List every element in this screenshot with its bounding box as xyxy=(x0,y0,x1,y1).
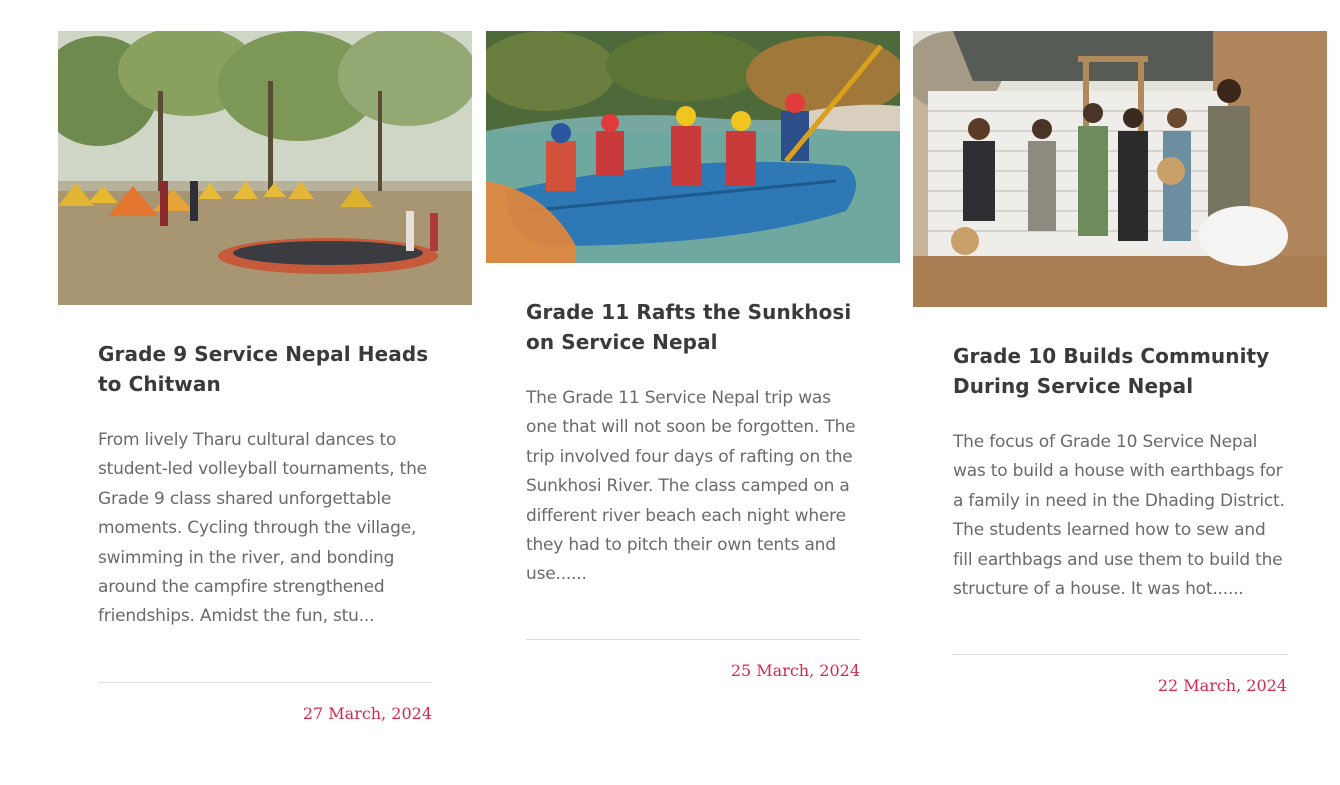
article-title[interactable]: Grade 11 Rafts the Sunkhosi on Service N… xyxy=(526,263,860,357)
article-divider xyxy=(953,654,1287,656)
article-divider xyxy=(98,681,432,683)
article-title[interactable]: Grade 9 Service Nepal Heads to Chitwan xyxy=(98,305,432,399)
rafting-photo xyxy=(486,31,900,263)
article-image-camping[interactable] xyxy=(58,31,472,305)
article-body: Grade 11 Rafts the Sunkhosi on Service N… xyxy=(486,263,900,681)
article-body: Grade 10 Builds Community During Service… xyxy=(913,307,1327,696)
article-divider xyxy=(526,638,860,640)
camping-photo xyxy=(58,31,472,305)
article-image-rafting[interactable] xyxy=(486,31,900,263)
article-image-earthbag[interactable] xyxy=(913,31,1327,307)
article-card[interactable]: Grade 9 Service Nepal Heads to Chitwan F… xyxy=(58,31,472,724)
earthbag-photo xyxy=(913,31,1327,307)
article-date: 27 March, 2024 xyxy=(302,703,432,723)
article-excerpt: From lively Tharu cultural dances to stu… xyxy=(98,430,427,627)
article-title[interactable]: Grade 10 Builds Community During Service… xyxy=(953,307,1287,401)
article-excerpt: The focus of Grade 10 Service Nepal was … xyxy=(953,432,1285,600)
article-body: Grade 9 Service Nepal Heads to Chitwan F… xyxy=(58,305,472,724)
article-excerpt: The Grade 11 Service Nepal trip was one … xyxy=(526,388,856,585)
article-date: 25 March, 2024 xyxy=(730,660,860,680)
article-card[interactable]: Grade 10 Builds Community During Service… xyxy=(913,31,1327,696)
article-date: 22 March, 2024 xyxy=(1157,676,1287,696)
article-card[interactable]: Grade 11 Rafts the Sunkhosi on Service N… xyxy=(486,31,900,681)
